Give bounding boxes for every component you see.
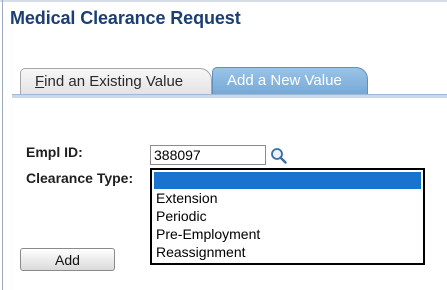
tab-add-label: Add a New Value <box>227 72 342 89</box>
dropdown-option-pre-employment[interactable]: Pre-Employment <box>156 226 260 243</box>
empl-id-label: Empl ID: <box>26 144 83 160</box>
tab-find-label: ind an Existing Value <box>44 73 184 90</box>
page-title: Medical Clearance Request <box>10 8 241 28</box>
dropdown-option-reassignment[interactable]: Reassignment <box>156 244 246 261</box>
window-left-border <box>2 0 3 290</box>
magnifier-icon[interactable] <box>269 146 288 165</box>
dropdown-option-blank-selected[interactable] <box>154 172 421 189</box>
tab-find-accesskey: F <box>35 73 45 90</box>
tab-strip-underline <box>12 94 447 98</box>
dropdown-option-periodic[interactable]: Periodic <box>156 208 207 225</box>
tab-find-existing-value[interactable]: Find an Existing Value <box>20 68 212 94</box>
add-button[interactable]: Add <box>20 248 115 271</box>
empl-id-input[interactable] <box>150 145 266 165</box>
tab-add-new-value[interactable]: Add a New Value <box>212 67 368 94</box>
clearance-type-dropdown-list[interactable]: Extension Periodic Pre-Employment Reassi… <box>150 168 425 265</box>
window-top-border <box>0 0 447 2</box>
clearance-type-label: Clearance Type: <box>26 170 134 186</box>
dropdown-option-extension[interactable]: Extension <box>156 190 217 207</box>
